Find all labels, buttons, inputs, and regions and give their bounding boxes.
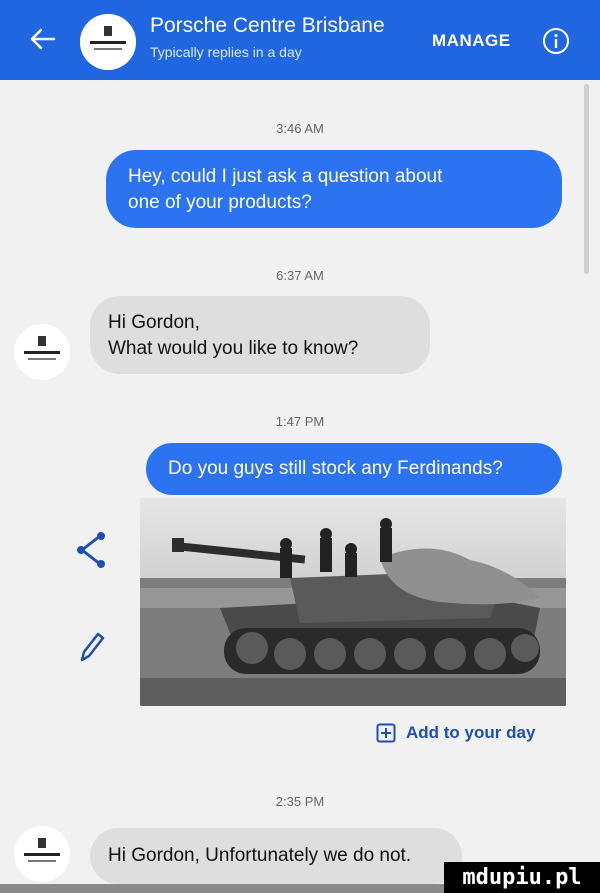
tank-photo[interactable]: [140, 498, 566, 706]
manage-button[interactable]: MANAGE: [432, 31, 511, 51]
plus-square-icon: [376, 723, 396, 743]
message-line: Hey, could I just ask a question about: [128, 166, 443, 187]
timestamp: 3:46 AM: [276, 121, 324, 136]
page-avatar[interactable]: [14, 826, 70, 882]
porsche-logo-icon: [80, 14, 136, 70]
message-line: Do you guys still stock any Ferdinands?: [168, 458, 503, 479]
message-line: Hi Gordon, Unfortunately we do not.: [108, 845, 412, 866]
timestamp: 2:35 PM: [275, 794, 325, 809]
porsche-logo-icon: [24, 336, 60, 360]
outgoing-message[interactable]: Do you guys still stock any Ferdinands?: [146, 443, 562, 495]
info-icon[interactable]: [541, 26, 571, 56]
message-line: one of your products?: [128, 192, 312, 213]
watermark: mdupiu.pl: [444, 862, 600, 893]
incoming-message[interactable]: Hi Gordon, What would you like to know?: [90, 296, 430, 374]
page-avatar[interactable]: [80, 14, 136, 70]
pencil-icon[interactable]: [76, 628, 106, 664]
timestamp: 6:37 AM: [276, 268, 324, 283]
message-line: What would you like to know?: [108, 338, 359, 359]
response-time: Typically replies in a day: [150, 44, 302, 60]
outgoing-message[interactable]: Hey, could I just ask a question about o…: [106, 150, 562, 228]
chat-header: Porsche Centre Brisbane Typically replie…: [0, 0, 600, 80]
page-avatar[interactable]: [14, 324, 70, 380]
arrow-left-icon[interactable]: [26, 22, 60, 56]
incoming-message[interactable]: Hi Gordon, Unfortunately we do not.: [90, 828, 462, 884]
bottom-bar: [0, 884, 444, 893]
tank-photo-image: [140, 498, 566, 706]
porsche-logo-icon: [24, 838, 60, 862]
message-line: Hi Gordon,: [108, 312, 200, 333]
share-icon[interactable]: [72, 530, 110, 570]
timestamp: 1:47 PM: [275, 414, 325, 429]
scrollbar[interactable]: [584, 84, 589, 274]
add-to-day-label: Add to your day: [406, 723, 536, 742]
add-to-day-button[interactable]: Add to your day: [376, 720, 535, 746]
page-title: Porsche Centre Brisbane: [150, 14, 385, 37]
